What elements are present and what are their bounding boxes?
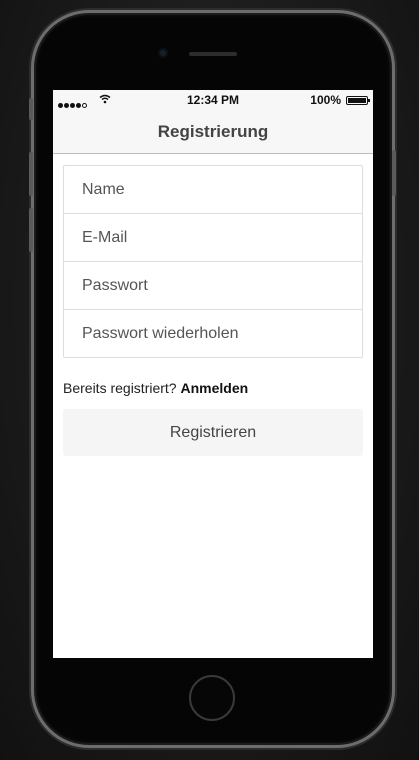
battery-percentage: 100% <box>310 93 341 107</box>
password-repeat-field-row <box>64 310 362 358</box>
front-camera <box>158 48 168 58</box>
password-input[interactable] <box>80 275 344 296</box>
password-repeat-input[interactable] <box>80 324 344 344</box>
phone-screen: 12:34 PM 100% Registrierung Bereits regi… <box>53 90 373 658</box>
power-button <box>392 150 396 196</box>
email-input[interactable] <box>80 227 344 248</box>
login-prompt-text: Bereits registriert? <box>63 380 177 396</box>
registration-form <box>63 165 363 358</box>
home-button[interactable] <box>189 675 235 721</box>
password-field-row <box>64 262 362 310</box>
page-title: Registrierung <box>157 122 269 141</box>
navigation-bar: Registrierung <box>53 110 373 154</box>
email-field-row <box>64 214 362 262</box>
earpiece-speaker <box>189 52 237 56</box>
register-button[interactable]: Registrieren <box>63 409 363 456</box>
name-input[interactable] <box>80 179 344 200</box>
login-link[interactable]: Anmelden <box>180 380 248 396</box>
name-field-row <box>64 166 362 214</box>
login-prompt: Bereits registriert? Anmelden <box>63 380 248 396</box>
volume-down-button <box>29 208 33 252</box>
mute-switch <box>29 98 33 120</box>
volume-up-button <box>29 152 33 196</box>
status-bar: 12:34 PM 100% <box>53 90 373 110</box>
battery-icon <box>346 96 370 105</box>
